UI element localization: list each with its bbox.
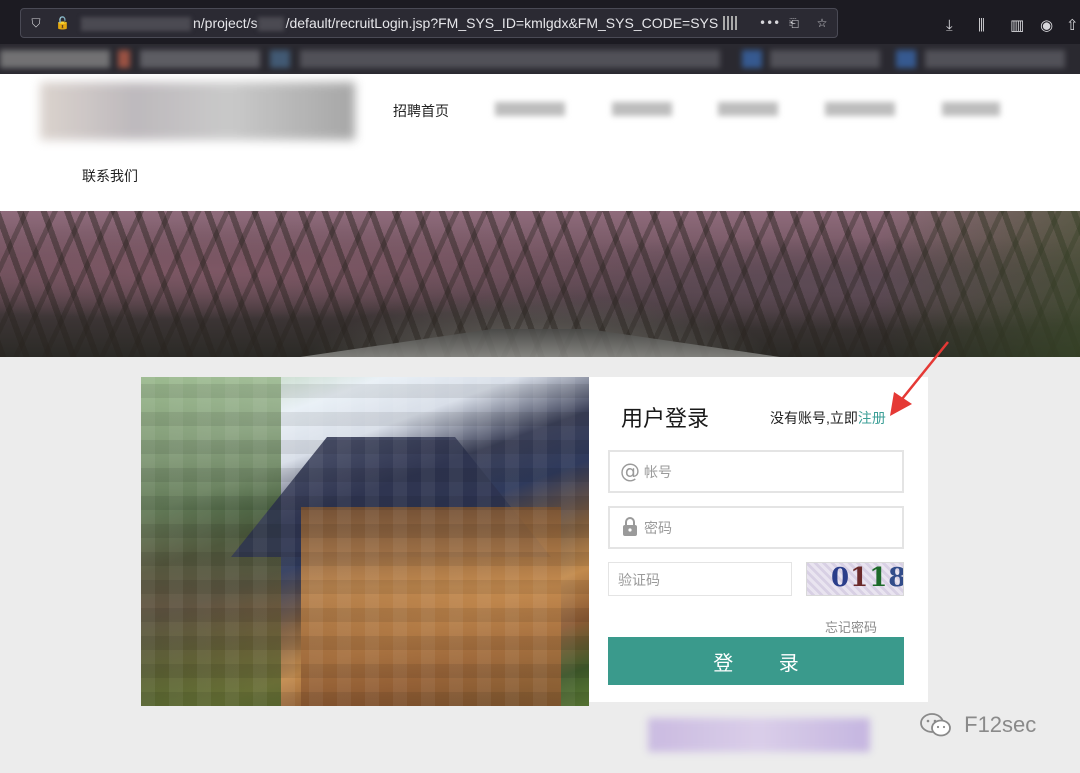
nav-item-redacted[interactable]: [718, 102, 778, 116]
sidebar-icon[interactable]: ▥: [1010, 16, 1024, 34]
captcha-digit: 8: [888, 563, 903, 593]
translate-icon[interactable]: ⎗: [787, 16, 801, 30]
insecure-lock-icon[interactable]: 🔓: [55, 16, 70, 30]
captcha-image[interactable]: 0118: [806, 562, 904, 596]
account-icon[interactable]: ◉: [1040, 16, 1053, 34]
site-logo[interactable]: [40, 82, 355, 140]
captcha-field[interactable]: [608, 562, 792, 596]
watermark-text: F12sec: [964, 712, 1037, 738]
url-text[interactable]: n/project/s/default/recruitLogin.jsp?FM_…: [81, 15, 718, 32]
bookmark-item[interactable]: [0, 50, 110, 68]
login-panel: 用户登录 没有账号,立即注册 @ 0118 忘记密码 登 录: [589, 377, 928, 702]
more-actions-icon[interactable]: •••: [759, 16, 780, 30]
site-header: 招聘首页 联系我们: [0, 74, 1080, 211]
bookmark-item[interactable]: [270, 50, 290, 68]
login-title: 用户登录: [621, 406, 710, 431]
bookmark-item[interactable]: [896, 50, 916, 68]
url-redacted: [81, 17, 191, 32]
bookmark-item[interactable]: [118, 50, 130, 68]
lock-icon: [620, 517, 640, 537]
address-bar[interactable]: ⛉ 🔓 n/project/s/default/recruitLogin.jsp…: [20, 8, 838, 38]
hero-banner: [0, 211, 1080, 357]
nav-contact[interactable]: 联系我们: [82, 166, 138, 186]
nav-home[interactable]: 招聘首页: [393, 101, 449, 121]
bookmark-item[interactable]: [140, 50, 260, 68]
browser-toolbar: ⛉ 🔓 n/project/s/default/recruitLogin.jsp…: [0, 0, 1080, 44]
account-field[interactable]: @: [608, 450, 904, 493]
captcha-input[interactable]: [618, 570, 784, 590]
captcha-digit: 1: [850, 563, 870, 593]
photo-pixelation: [141, 377, 589, 706]
bookmark-item[interactable]: [742, 50, 762, 68]
login-button[interactable]: 登 录: [608, 637, 904, 685]
at-icon: @: [620, 459, 640, 483]
library-icon[interactable]: ⫼: [978, 16, 985, 34]
qr-code-icon[interactable]: [723, 16, 737, 30]
banner-foliage: [880, 211, 1080, 357]
nav-item-redacted[interactable]: [942, 102, 1000, 116]
nav-item-redacted[interactable]: [612, 102, 672, 116]
footer-redacted: [648, 718, 870, 752]
captcha-text: 0118: [831, 563, 903, 593]
bookmark-star-icon[interactable]: ☆: [815, 16, 829, 30]
wechat-icon: [920, 713, 951, 737]
url-redacted: [257, 17, 284, 32]
nav-item-redacted[interactable]: [825, 102, 895, 116]
arrow-head: [890, 392, 912, 416]
bookmark-item[interactable]: [300, 50, 720, 68]
shield-icon[interactable]: ⛉: [29, 16, 43, 30]
nav-item-redacted[interactable]: [495, 102, 565, 116]
password-field[interactable]: [608, 506, 904, 549]
forgot-password-link[interactable]: 忘记密码: [825, 617, 877, 636]
password-input[interactable]: [644, 517, 884, 539]
bookmarks-bar: [0, 44, 1080, 74]
bookmark-item[interactable]: [925, 50, 1065, 68]
campus-photo: [141, 377, 589, 706]
register-prompt-text: 没有账号,立即: [770, 410, 858, 426]
annotation-arrow: [890, 341, 949, 416]
download-icon[interactable]: ⤓: [946, 16, 953, 34]
register-prompt: 没有账号,立即注册: [770, 408, 886, 428]
captcha-digit: 0: [831, 563, 851, 593]
watermark: F12sec: [920, 711, 1036, 745]
captcha-digit: 1: [869, 563, 889, 593]
account-input[interactable]: [644, 461, 884, 483]
extension-icon[interactable]: ⇧: [1066, 16, 1079, 34]
bookmark-item[interactable]: [770, 50, 880, 68]
arrow-shaft: [897, 341, 949, 405]
